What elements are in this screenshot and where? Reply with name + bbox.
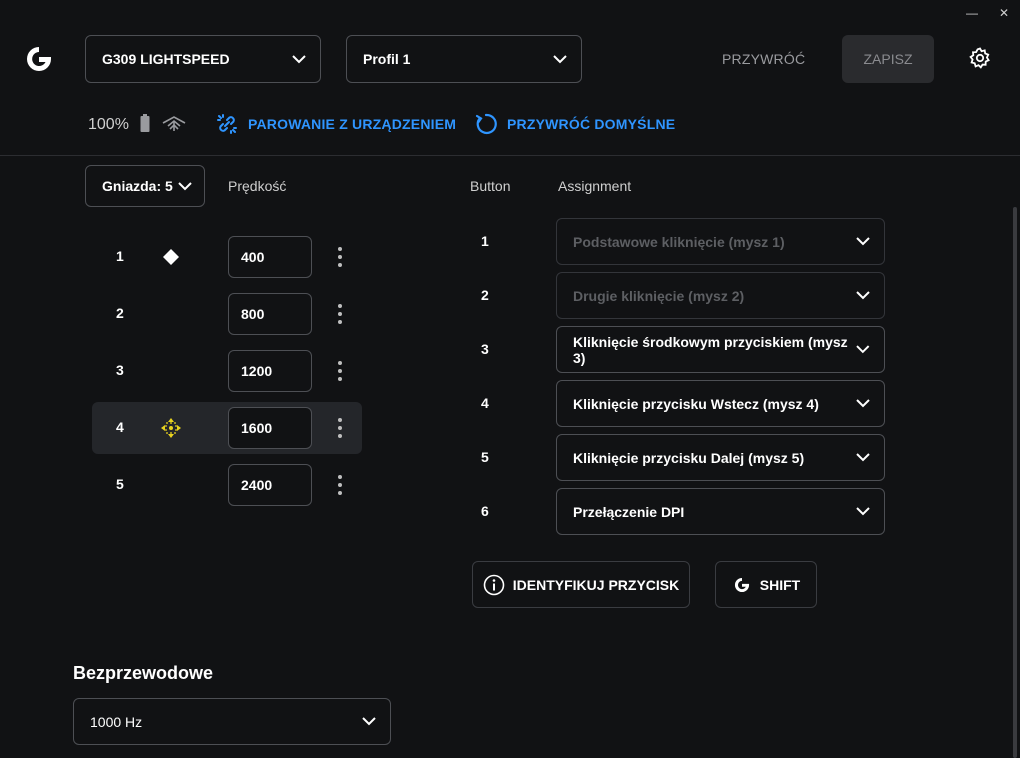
device-select-label: G309 LIGHTSPEED <box>102 51 230 67</box>
assignment-select-6[interactable]: Przełączenie DPI <box>556 488 885 535</box>
identify-button[interactable]: IDENTYFIKUJ PRZYCISK <box>472 561 690 608</box>
assignment-column-header: Assignment <box>558 178 632 194</box>
restore-defaults-icon[interactable] <box>474 112 498 136</box>
wireless-title: Bezprzewodowe <box>73 663 214 683</box>
logitech-g-logo-icon <box>27 47 51 71</box>
speed-header: Prędkość <box>228 178 287 194</box>
g-shift-icon <box>734 577 749 592</box>
device-select[interactable]: G309 LIGHTSPEED <box>85 35 321 83</box>
dpi-value-input[interactable] <box>228 350 312 392</box>
dpi-value-input[interactable] <box>228 464 312 506</box>
default-dpi-diamond-icon <box>163 249 179 265</box>
assignment-select-1: Podstawowe kliknięcie (mysz 1) <box>556 218 885 265</box>
chevron-down-icon <box>292 54 306 63</box>
assignment-select-4[interactable]: Kliknięcie przycisku Wstecz (mysz 4) <box>556 380 885 427</box>
chevron-down-icon <box>856 399 870 408</box>
dpi-row-5[interactable]: 5 <box>92 459 362 511</box>
assignment-select-2: Drugie kliknięcie (mysz 2) <box>556 272 885 319</box>
chevron-down-icon <box>553 54 567 63</box>
button-number: 1 <box>481 233 489 249</box>
dpi-row-number: 5 <box>116 476 124 492</box>
button-number: 3 <box>481 341 489 357</box>
report-rate-label: 1000 Hz <box>90 713 143 730</box>
dpi-row-number: 4 <box>116 419 124 435</box>
assignment-select-3[interactable]: Kliknięcie środkowym przyciskiem (mysz 3… <box>556 326 885 373</box>
dpi-row-1[interactable]: 1 <box>92 231 362 283</box>
more-options-icon[interactable] <box>336 416 344 440</box>
shift-button-label: SHIFT <box>759 576 801 593</box>
info-icon <box>483 574 505 595</box>
dpi-value-input[interactable] <box>228 236 312 278</box>
assignment-value: Podstawowe kliknięcie (mysz 1) <box>573 233 785 250</box>
wireless-icon <box>162 116 186 131</box>
more-options-icon[interactable] <box>336 302 344 326</box>
dpi-value-input[interactable] <box>228 407 312 449</box>
battery-icon <box>140 114 150 132</box>
dpi-row-number: 2 <box>116 305 124 321</box>
button-number: 2 <box>481 287 489 303</box>
chevron-down-icon <box>362 717 376 726</box>
assignment-value: Drugie kliknięcie (mysz 2) <box>573 287 745 304</box>
dpi-shift-marker-icon <box>161 418 181 438</box>
pairing-link-icon[interactable] <box>216 113 238 135</box>
button-number: 4 <box>481 395 489 411</box>
chevron-down-icon <box>856 345 870 354</box>
button-number: 6 <box>481 503 489 519</box>
assignment-select-5[interactable]: Kliknięcie przycisku Dalej (mysz 5) <box>556 434 885 481</box>
restore-defaults-link[interactable]: PRZYWRÓĆ DOMYŚLNE <box>507 116 675 132</box>
shift-button[interactable]: SHIFT <box>715 561 817 608</box>
button-column-header: Button <box>470 178 511 194</box>
assignment-value: Kliknięcie przycisku Dalej (mysz 5) <box>573 449 805 466</box>
header-divider <box>0 155 1020 156</box>
dpi-slots-select[interactable]: Gniazda: 5 <box>85 165 205 207</box>
assignment-value: Przełączenie DPI <box>573 503 685 520</box>
more-options-icon[interactable] <box>336 359 344 383</box>
profile-select[interactable]: Profil 1 <box>346 35 582 83</box>
more-options-icon[interactable] <box>336 245 344 269</box>
close-button[interactable]: ✕ <box>994 4 1014 22</box>
dpi-row-number: 3 <box>116 362 124 378</box>
chevron-down-icon <box>178 181 192 190</box>
battery-percent: 100% <box>88 116 129 133</box>
pairing-link[interactable]: PAROWANIE Z URZĄDZENIEM <box>248 116 456 132</box>
assignment-value: Kliknięcie przycisku Wstecz (mysz 4) <box>573 395 819 412</box>
identify-button-label: IDENTYFIKUJ PRZYCISK <box>512 576 680 593</box>
assignment-value: Kliknięcie środkowym przyciskiem (mysz 3… <box>573 333 848 366</box>
more-options-icon[interactable] <box>336 473 344 497</box>
scrollbar[interactable] <box>1013 207 1017 758</box>
chevron-down-icon <box>856 291 870 300</box>
chevron-down-icon <box>856 237 870 246</box>
gear-icon[interactable] <box>968 46 992 70</box>
report-rate-select[interactable]: 1000 Hz <box>73 698 391 745</box>
dpi-slots-label: Gniazda: 5 <box>102 178 173 194</box>
dpi-value-input[interactable] <box>228 293 312 335</box>
chevron-down-icon <box>856 453 870 462</box>
dpi-row-number: 1 <box>116 248 124 264</box>
chevron-down-icon <box>856 507 870 516</box>
dpi-row-4[interactable]: 4 <box>92 402 362 454</box>
save-button[interactable]: ZAPISZ <box>842 35 934 83</box>
dpi-row-2[interactable]: 2 <box>92 288 362 340</box>
minimize-button[interactable]: — <box>962 4 982 22</box>
profile-select-label: Profil 1 <box>363 51 411 67</box>
button-number: 5 <box>481 449 489 465</box>
restore-button[interactable]: PRZYWRÓĆ <box>722 51 805 67</box>
dpi-row-3[interactable]: 3 <box>92 345 362 397</box>
